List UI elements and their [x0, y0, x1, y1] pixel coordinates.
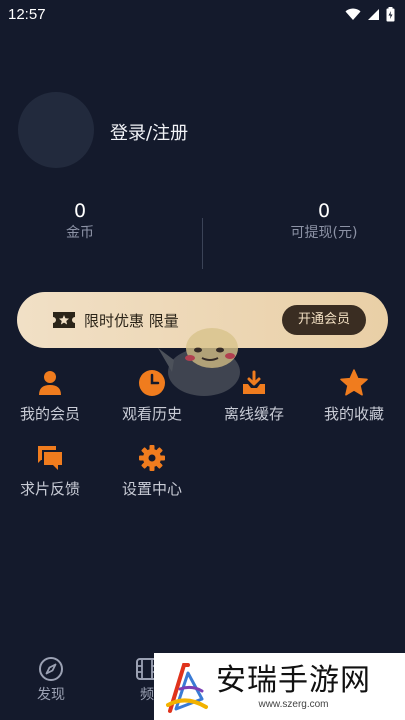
- nav-label: 发现: [37, 687, 65, 703]
- status-bar: 12:57: [0, 0, 405, 28]
- wifi-icon: [345, 8, 361, 20]
- withdrawable-value: 0: [317, 200, 331, 222]
- menu-settings[interactable]: 设置中心: [107, 443, 197, 499]
- coins-stat[interactable]: 0 金币: [10, 199, 150, 243]
- clock-icon: [139, 370, 165, 396]
- status-icons: [345, 6, 395, 22]
- gear-icon: [139, 445, 165, 471]
- menu-watch-history[interactable]: 观看历史: [107, 368, 197, 424]
- signal-icon: [368, 8, 379, 20]
- compass-icon: [39, 657, 63, 681]
- menu-label: 离线缓存: [223, 405, 284, 423]
- stats-divider: [202, 218, 203, 269]
- menu-my-vip[interactable]: 我的会员: [5, 368, 95, 424]
- status-time: 12:57: [8, 5, 46, 23]
- user-icon: [39, 371, 61, 395]
- site-watermark: 安瑞手游网 www.szerg.com: [154, 653, 405, 720]
- menu-request-feedback[interactable]: 求片反馈: [5, 443, 95, 499]
- battery-icon: [386, 6, 395, 21]
- coins-label: 金币: [66, 225, 94, 241]
- withdrawable-stat[interactable]: 0 可提现(元): [254, 199, 394, 243]
- login-register-link[interactable]: 登录/注册: [110, 119, 188, 145]
- menu-label: 我的收藏: [323, 405, 384, 423]
- coins-value: 0: [73, 200, 87, 222]
- watermark-logo: [166, 662, 208, 713]
- menu-label: 设置中心: [121, 480, 182, 498]
- withdrawable-label: 可提现(元): [290, 225, 358, 241]
- chat-icon: [38, 446, 62, 470]
- menu-label: 求片反馈: [19, 480, 80, 498]
- menu-label: 观看历史: [121, 405, 182, 423]
- nav-discover[interactable]: 发现: [16, 656, 86, 704]
- menu-my-favorites[interactable]: 我的收藏: [309, 368, 399, 424]
- ticket-icon: [53, 312, 75, 328]
- watermark-texts: 安瑞手游网 www.szerg.com: [216, 663, 371, 710]
- menu-offline-cache[interactable]: 离线缓存: [209, 368, 299, 424]
- menu-label: 我的会员: [19, 405, 80, 423]
- watermark-title: 安瑞手游网: [216, 663, 371, 698]
- avatar[interactable]: [18, 92, 94, 168]
- watermark-url: www.szerg.com: [258, 699, 329, 710]
- download-icon: [243, 370, 265, 394]
- open-vip-button[interactable]: 开通会员: [281, 305, 366, 335]
- star-icon: [340, 369, 368, 396]
